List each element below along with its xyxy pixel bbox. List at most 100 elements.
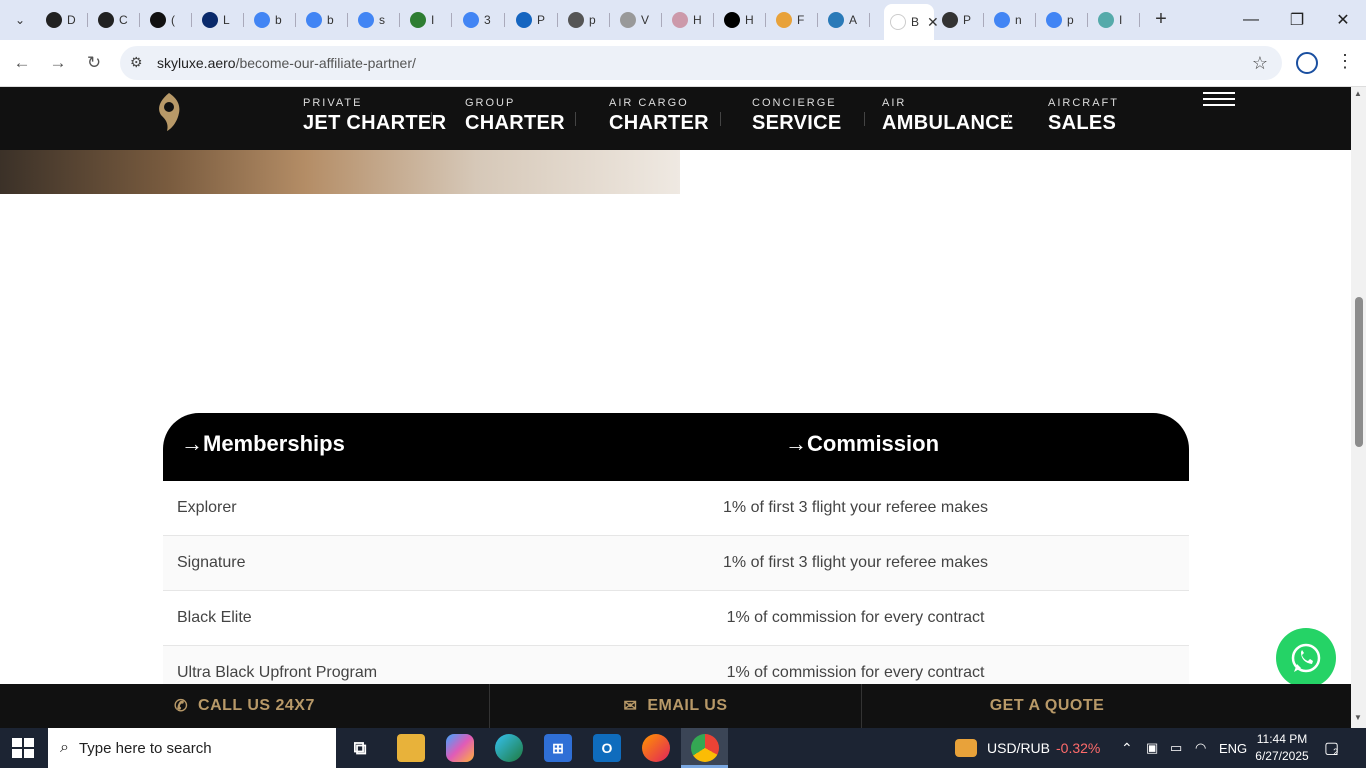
- notifications-icon[interactable]: ▢ 2: [1324, 728, 1339, 768]
- tab-divider: [139, 13, 140, 27]
- clock[interactable]: 11:44 PM 6/27/2025: [1250, 731, 1314, 765]
- browser-tab[interactable]: B ✕: [884, 4, 939, 40]
- tab-divider: [504, 13, 505, 27]
- task-view-icon[interactable]: ⧉: [346, 734, 374, 762]
- firefox-icon[interactable]: [642, 734, 670, 762]
- tab-search-button[interactable]: ⌄: [8, 8, 32, 32]
- microsoft-store-icon[interactable]: ⊞: [544, 734, 572, 762]
- openai-icon: [98, 12, 114, 28]
- profile-icon[interactable]: [1296, 52, 1318, 74]
- skyluxe-logo-icon[interactable]: [155, 91, 183, 133]
- tab-divider: [243, 13, 244, 27]
- browser-tab[interactable]: A: [822, 6, 870, 34]
- browser-tab[interactable]: I: [1092, 6, 1140, 34]
- tiktok-icon: [724, 12, 740, 28]
- scroll-up-icon[interactable]: ▲: [1354, 89, 1362, 98]
- close-window-button[interactable]: ✕: [1320, 6, 1366, 34]
- tab-divider: [661, 13, 662, 27]
- nav-item-label: SALES: [1048, 112, 1117, 134]
- browser-tab[interactable]: H: [666, 6, 714, 34]
- bookmark-star-icon[interactable]: ☆: [1252, 53, 1268, 74]
- scroll-down-icon[interactable]: ▼: [1354, 713, 1362, 722]
- browser-tab[interactable]: P: [510, 6, 558, 34]
- page-scrollbar[interactable]: ▲ ▼: [1351, 87, 1366, 728]
- browser-tab[interactable]: F: [770, 6, 818, 34]
- windows-start-icon[interactable]: [12, 738, 34, 758]
- nav-item[interactable]: AIRCRAFT SALES: [1048, 97, 1119, 135]
- browser-tab[interactable]: b: [300, 6, 348, 34]
- browser-tab[interactable]: p: [562, 6, 610, 34]
- tab-divider: [557, 13, 558, 27]
- whatsapp-icon[interactable]: [1276, 628, 1336, 688]
- browser-tab[interactable]: p: [1040, 6, 1088, 34]
- reload-button[interactable]: ↻: [83, 52, 105, 74]
- browser-tab[interactable]: (: [144, 6, 192, 34]
- forward-button[interactable]: →: [47, 52, 69, 74]
- tab-divider: [983, 13, 984, 27]
- edge-icon[interactable]: [495, 734, 523, 762]
- browser-tab[interactable]: P: [936, 6, 984, 34]
- site-info-icon[interactable]: ⚙: [130, 54, 143, 71]
- v-icon: [672, 12, 688, 28]
- nav-item[interactable]: PRIVATE JET CHARTER: [303, 97, 446, 135]
- browser-tab[interactable]: D: [40, 6, 88, 34]
- email-us-button[interactable]: ✉ EMAIL US: [490, 684, 861, 728]
- browser-toolbar: ← → ↻ ⚙ skyluxe.aero/become-our-affiliat…: [0, 40, 1366, 87]
- browser-tab[interactable]: I: [404, 6, 452, 34]
- tab-title: P: [537, 13, 546, 27]
- taskbar-search-box[interactable]: ⌕ Type here to search: [48, 728, 336, 768]
- tab-divider: [451, 13, 452, 27]
- call-us-button[interactable]: ✆ CALL US 24X7: [0, 684, 489, 728]
- minimize-button[interactable]: —: [1228, 6, 1274, 34]
- tab-title: b: [275, 13, 282, 27]
- browser-tab[interactable]: n: [988, 6, 1036, 34]
- nav-item[interactable]: CONCIERGE SERVICE: [752, 97, 842, 135]
- globe-icon: [410, 12, 426, 28]
- google-icon: [306, 12, 322, 28]
- triangle-icon: [828, 12, 844, 28]
- nav-item[interactable]: AIR AMBULANCE: [882, 97, 1014, 135]
- back-button[interactable]: ←: [11, 52, 33, 74]
- url-domain: skyluxe.aero: [157, 55, 236, 71]
- browser-tab[interactable]: H: [718, 6, 766, 34]
- commission-cell: 1% of commission for every contract: [726, 609, 985, 626]
- google-icon: [358, 12, 374, 28]
- google-icon: [254, 12, 270, 28]
- chevron-up-icon[interactable]: ⌃: [1121, 728, 1133, 768]
- tab-divider: [295, 13, 296, 27]
- contact-action-bar: ✆ CALL US 24X7 ✉ EMAIL US GET A QUOTE: [0, 684, 1351, 728]
- battery-icon[interactable]: ▭: [1170, 728, 1182, 768]
- commission-table: →Memberships →Commission Explorer 1% of f…: [163, 413, 1189, 701]
- tab-divider: [347, 13, 348, 27]
- wifi-icon[interactable]: ◠: [1195, 728, 1206, 768]
- tab-title: V: [641, 13, 650, 27]
- copilot-icon[interactable]: [446, 734, 474, 762]
- browser-tab[interactable]: 3: [457, 6, 505, 34]
- nav-item-label: CHARTER: [609, 112, 709, 134]
- meet-icon[interactable]: ▣: [1146, 728, 1158, 768]
- ticker-widget[interactable]: USD/RUB -0.32%: [955, 728, 1100, 768]
- hamburger-menu-icon[interactable]: [1203, 92, 1235, 106]
- browser-tab[interactable]: s: [352, 6, 400, 34]
- nav-item[interactable]: GROUP CHARTER: [465, 97, 565, 135]
- search-placeholder: Type here to search: [78, 739, 212, 757]
- browser-tab[interactable]: L: [196, 6, 244, 34]
- nav-item[interactable]: AIR CARGO CHARTER: [609, 97, 709, 135]
- new-tab-button[interactable]: +: [1150, 8, 1172, 30]
- outlook-icon[interactable]: O: [593, 734, 621, 762]
- address-bar[interactable]: ⚙ skyluxe.aero/become-our-affiliate-part…: [120, 46, 1282, 80]
- browser-tab[interactable]: V: [614, 6, 662, 34]
- ticker-symbol: USD/RUB: [987, 740, 1051, 756]
- language-indicator[interactable]: ENG: [1219, 728, 1247, 768]
- restore-button[interactable]: ❐: [1274, 6, 1320, 34]
- browser-tab[interactable]: b: [248, 6, 296, 34]
- get-a-quote-button[interactable]: GET A QUOTE: [862, 684, 1232, 728]
- tab-divider: [713, 13, 714, 27]
- chrome-icon[interactable]: [691, 734, 719, 762]
- scrollbar-thumb[interactable]: [1355, 297, 1363, 447]
- menu-kebab-icon[interactable]: ⋮: [1336, 51, 1354, 72]
- file-explorer-icon[interactable]: [397, 734, 425, 762]
- nav-item-category: GROUP: [465, 97, 516, 109]
- tab-divider: [609, 13, 610, 27]
- browser-tab[interactable]: C: [92, 6, 140, 34]
